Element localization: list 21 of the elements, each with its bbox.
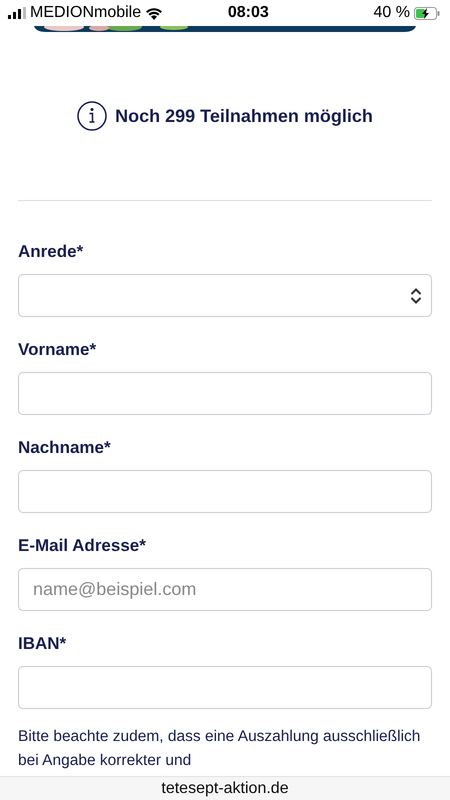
input-field[interactable]: name@beispiel.com	[18, 568, 432, 611]
input-field[interactable]	[18, 372, 432, 415]
field-label: IBAN*	[18, 633, 68, 655]
field-label: E-Mail Adresse*	[18, 535, 147, 557]
input-field[interactable]	[18, 470, 432, 513]
clock-time: 08:03	[228, 4, 269, 21]
info-icon	[77, 101, 108, 131]
input-field[interactable]	[18, 666, 432, 709]
notice-text: Bitte beachte zudem, dass eine Auszahlung ausschließlich bei Angabe korrekter und	[18, 727, 422, 771]
wifi-icon	[145, 6, 164, 20]
battery-percentage: 40 %	[374, 3, 410, 23]
battery-charging-icon	[414, 6, 440, 20]
url-text: tetesept-aktion.de	[161, 778, 289, 798]
carrier-name: MEDIONmobile	[30, 3, 142, 23]
select-field[interactable]	[18, 274, 432, 317]
field-label: Nachname*	[18, 437, 112, 459]
availability-notice: Noch 299 Teilnahmen möglich	[115, 104, 373, 128]
field-label: Vorname*	[18, 339, 98, 361]
signal-icon	[8, 7, 26, 19]
field-label: Anrede*	[18, 241, 84, 263]
chevron-updown-icon	[410, 288, 422, 304]
